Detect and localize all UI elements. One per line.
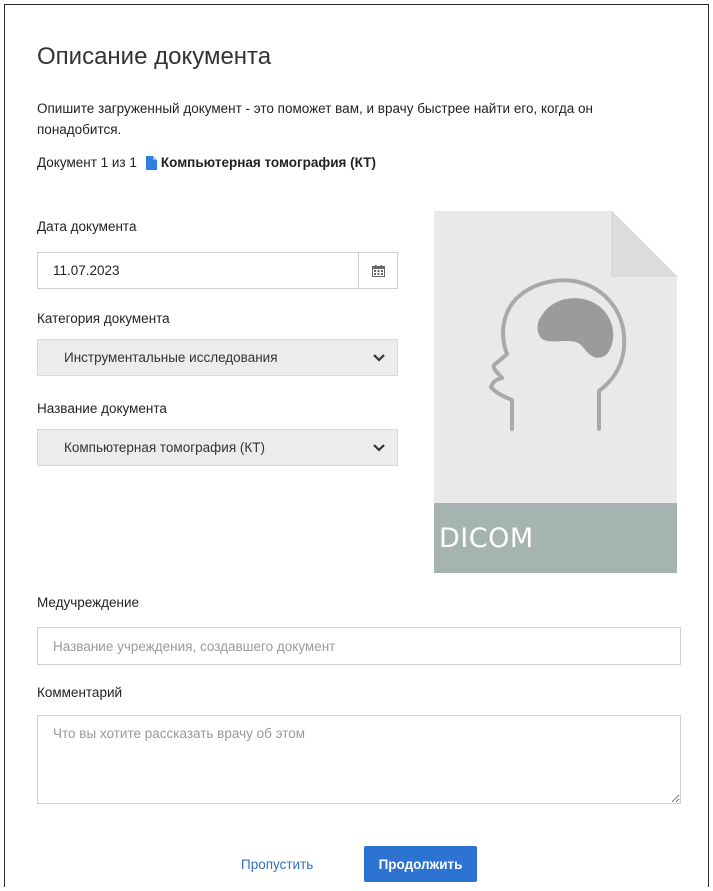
calendar-icon[interactable] [358,253,397,288]
name-selected: Компьютерная томография (КТ) [64,440,265,455]
date-value[interactable]: 11.07.2023 [38,253,358,288]
continue-button[interactable]: Продолжить [364,846,477,882]
document-preview: DICOM [434,211,677,573]
document-counter-line: Документ 1 из 1 Компьютерная томография … [37,155,376,170]
date-field[interactable]: 11.07.2023 [37,252,398,289]
document-description-dialog: Описание документа Опишите загруженный д… [4,4,709,887]
skip-button[interactable]: Пропустить [241,846,351,882]
file-icon [145,155,157,170]
date-label: Дата документа [37,219,137,234]
chevron-down-icon [361,353,397,362]
name-label: Название документа [37,401,167,416]
name-select[interactable]: Компьютерная томография (КТ) [37,429,398,466]
preview-format-label: DICOM [439,523,534,554]
chevron-down-icon [361,443,397,452]
dialog-title: Описание документа [37,43,272,70]
category-selected: Инструментальные исследования [64,350,278,365]
category-label: Категория документа [37,311,170,326]
institution-label: Медучреждение [37,595,140,610]
comment-textarea[interactable] [37,715,681,804]
comment-label: Комментарий [37,685,123,700]
category-select[interactable]: Инструментальные исследования [37,339,398,376]
document-name: Компьютерная томография (КТ) [160,155,376,170]
institution-input[interactable] [37,627,681,665]
dialog-intro: Опишите загруженный документ - это помож… [37,101,593,137]
document-counter: Документ 1 из 1 [37,155,137,170]
